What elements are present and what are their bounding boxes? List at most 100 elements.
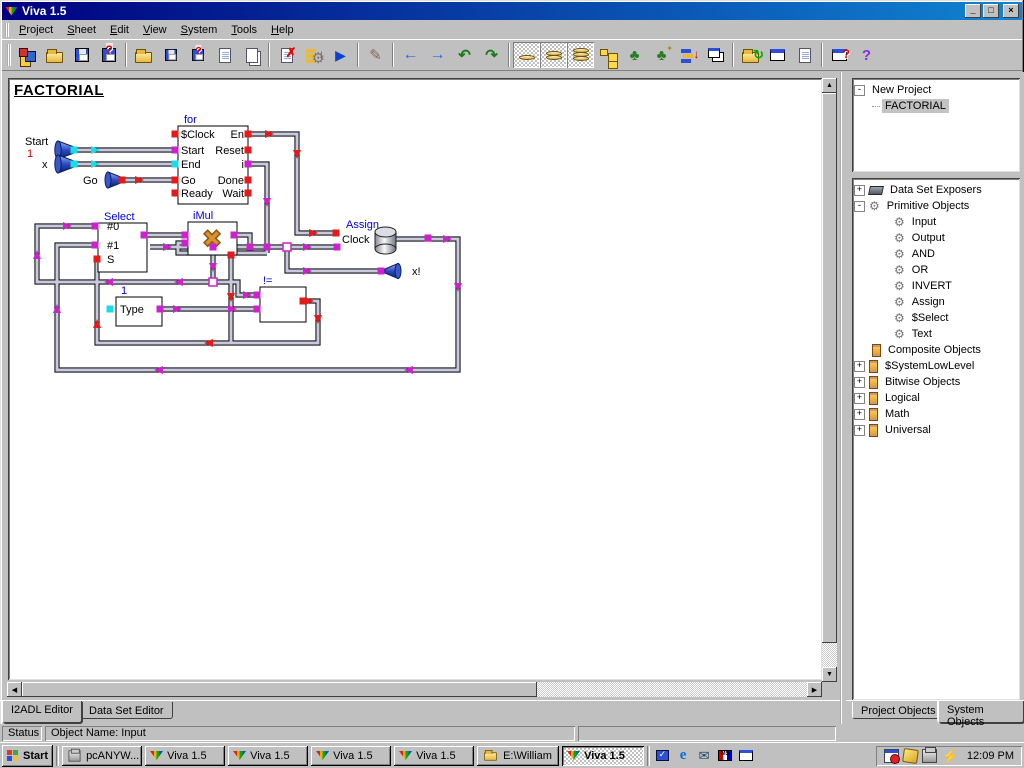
menu-project[interactable]: Project: [12, 22, 60, 38]
tab-i2adl-editor[interactable]: I2ADL Editor: [2, 701, 82, 723]
tree-item-universal[interactable]: +Universal: [854, 422, 1018, 438]
save-sheet-as-button[interactable]: [184, 42, 211, 68]
build-button[interactable]: ⚙: [300, 42, 327, 68]
expand-icon[interactable]: +: [854, 361, 865, 372]
assign-block[interactable]: Assign Clock: [342, 219, 396, 254]
printer-icon[interactable]: [922, 749, 937, 763]
tree-item-select[interactable]: ⚙$Select: [854, 310, 1018, 326]
expand-icon[interactable]: +: [854, 409, 865, 420]
open-project-button[interactable]: [41, 42, 68, 68]
edit-objects-button[interactable]: ✎: [362, 42, 389, 68]
tree-search-button[interactable]: ♣✦: [648, 42, 675, 68]
scroll-up-button[interactable]: ▲: [822, 78, 837, 93]
start-button[interactable]: Start: [2, 745, 53, 767]
tree-item-text[interactable]: ⚙Text: [854, 326, 1018, 342]
expand-icon[interactable]: +: [854, 377, 865, 388]
select-block[interactable]: Select #0 #1 S: [98, 211, 147, 272]
tree-item-factorial[interactable]: FACTORIAL: [854, 98, 1018, 114]
view-flatten-2-toggle[interactable]: [540, 42, 567, 68]
tree-item-math[interactable]: +Math: [854, 406, 1018, 422]
tree-item-and[interactable]: ⚙AND: [854, 246, 1018, 262]
type-block[interactable]: 1 Type: [116, 285, 162, 326]
tab-system-objects[interactable]: System Objects: [938, 701, 1024, 723]
internet-explorer-icon[interactable]: e: [674, 747, 692, 764]
view-flatten-3-toggle[interactable]: [567, 42, 594, 68]
close-button[interactable]: ×: [1003, 4, 1019, 18]
diamond-icon[interactable]: [903, 748, 920, 764]
tab-project-objects[interactable]: Project Objects: [852, 702, 945, 719]
copy-sheet-button[interactable]: [238, 42, 265, 68]
channels-icon[interactable]: [737, 747, 755, 764]
collapse-icon[interactable]: -: [854, 201, 865, 212]
menu-tools[interactable]: Tools: [224, 22, 264, 38]
toolbar-gripper[interactable]: [7, 44, 11, 66]
collapse-icon[interactable]: -: [854, 85, 865, 96]
expand-icon[interactable]: +: [854, 425, 865, 436]
taskbar-button-viva-4[interactable]: Viva 1.5: [394, 746, 474, 766]
tree-item-composite-objects[interactable]: Composite Objects: [854, 342, 1018, 358]
scroll-right-button[interactable]: ▶: [807, 682, 822, 697]
not-equal-block[interactable]: !=: [260, 275, 306, 322]
save-project-button[interactable]: [68, 42, 95, 68]
maximize-button[interactable]: □: [983, 4, 999, 18]
scroll-down-button[interactable]: ▼: [822, 667, 837, 682]
open-sheet-button[interactable]: [130, 42, 157, 68]
undo-button[interactable]: ↶: [451, 42, 478, 68]
tree-item-bitwise-objects[interactable]: +Bitwise Objects: [854, 374, 1018, 390]
tree-item-assign[interactable]: ⚙Assign: [854, 294, 1018, 310]
menu-help[interactable]: Help: [264, 22, 301, 38]
navigate-forward-button[interactable]: →: [424, 42, 451, 68]
tree-item-logical[interactable]: +Logical: [854, 390, 1018, 406]
tree-item-primitive-objects[interactable]: -⚙Primitive Objects: [854, 198, 1018, 214]
taskbar-button-pcanywhere[interactable]: pcANYW...: [62, 746, 142, 766]
output-horn-result[interactable]: [385, 264, 401, 279]
toolbar-gripper[interactable]: [5, 23, 9, 37]
minimize-button[interactable]: _: [965, 4, 981, 18]
expand-icon[interactable]: +: [854, 393, 865, 404]
show-desktop-icon[interactable]: [653, 747, 671, 764]
refresh-project-button[interactable]: [737, 42, 764, 68]
taskbar-button-viva-2[interactable]: Viva 1.5: [228, 746, 308, 766]
menu-view[interactable]: View: [136, 22, 174, 38]
vertical-scroll-thumb[interactable]: [822, 93, 837, 643]
new-window-button[interactable]: [791, 42, 818, 68]
taskbar-button-viva-active[interactable]: Viva 1.5: [562, 746, 644, 766]
tab-data-set-editor[interactable]: Data Set Editor: [80, 702, 173, 719]
run-button[interactable]: ▶: [327, 42, 354, 68]
msdos-icon[interactable]: MS: [716, 747, 734, 764]
tree-item-data-set-exposers[interactable]: +Data Set Exposers: [854, 182, 1018, 198]
tray-clock[interactable]: 12:09 PM: [967, 750, 1014, 762]
new-sheet-button[interactable]: [211, 42, 238, 68]
show-dialog-button[interactable]: [764, 42, 791, 68]
delete-button[interactable]: [273, 42, 300, 68]
tree-item-output[interactable]: ⚙Output: [854, 230, 1018, 246]
taskbar-button-viva-3[interactable]: Viva 1.5: [311, 746, 391, 766]
hierarchy-button[interactable]: [594, 42, 621, 68]
tree-item-or[interactable]: ⚙OR: [854, 262, 1018, 278]
save-sheet-button[interactable]: [157, 42, 184, 68]
redo-button[interactable]: ↷: [478, 42, 505, 68]
tree-item-invert[interactable]: ⚙INVERT: [854, 278, 1018, 294]
cascade-button[interactable]: [702, 42, 729, 68]
save-project-as-button[interactable]: [95, 42, 122, 68]
tree-item-new-project[interactable]: - New Project: [854, 82, 1018, 98]
scroll-left-button[interactable]: ◀: [7, 682, 22, 697]
canvas-horizontal-scrollbar[interactable]: ◀ ▶: [7, 682, 822, 697]
i2adl-sheet-canvas[interactable]: FACTORIAL for $Clock Start End Go Ready: [8, 78, 822, 680]
navigate-back-button[interactable]: ←: [397, 42, 424, 68]
datetime-icon[interactable]: [884, 749, 899, 763]
pcanywhere-host-icon[interactable]: ⚡: [941, 749, 958, 763]
view-flatten-1-toggle[interactable]: [513, 42, 540, 68]
horizontal-scroll-thumb[interactable]: [22, 682, 537, 697]
menu-edit[interactable]: Edit: [103, 22, 136, 38]
tree-view-button[interactable]: ♣: [621, 42, 648, 68]
new-project-button[interactable]: [14, 42, 41, 68]
tree-item-systemlowlevel[interactable]: +$SystemLowLevel: [854, 358, 1018, 374]
taskbar-button-explorer[interactable]: E:\William: [477, 746, 559, 766]
sort-button[interactable]: [675, 42, 702, 68]
context-help-button[interactable]: [826, 42, 853, 68]
taskbar-button-viva-1[interactable]: Viva 1.5: [145, 746, 225, 766]
for-block[interactable]: for $Clock Start End Go Ready En Reset i…: [178, 114, 248, 204]
menu-sheet[interactable]: Sheet: [60, 22, 103, 38]
menu-system[interactable]: System: [174, 22, 225, 38]
